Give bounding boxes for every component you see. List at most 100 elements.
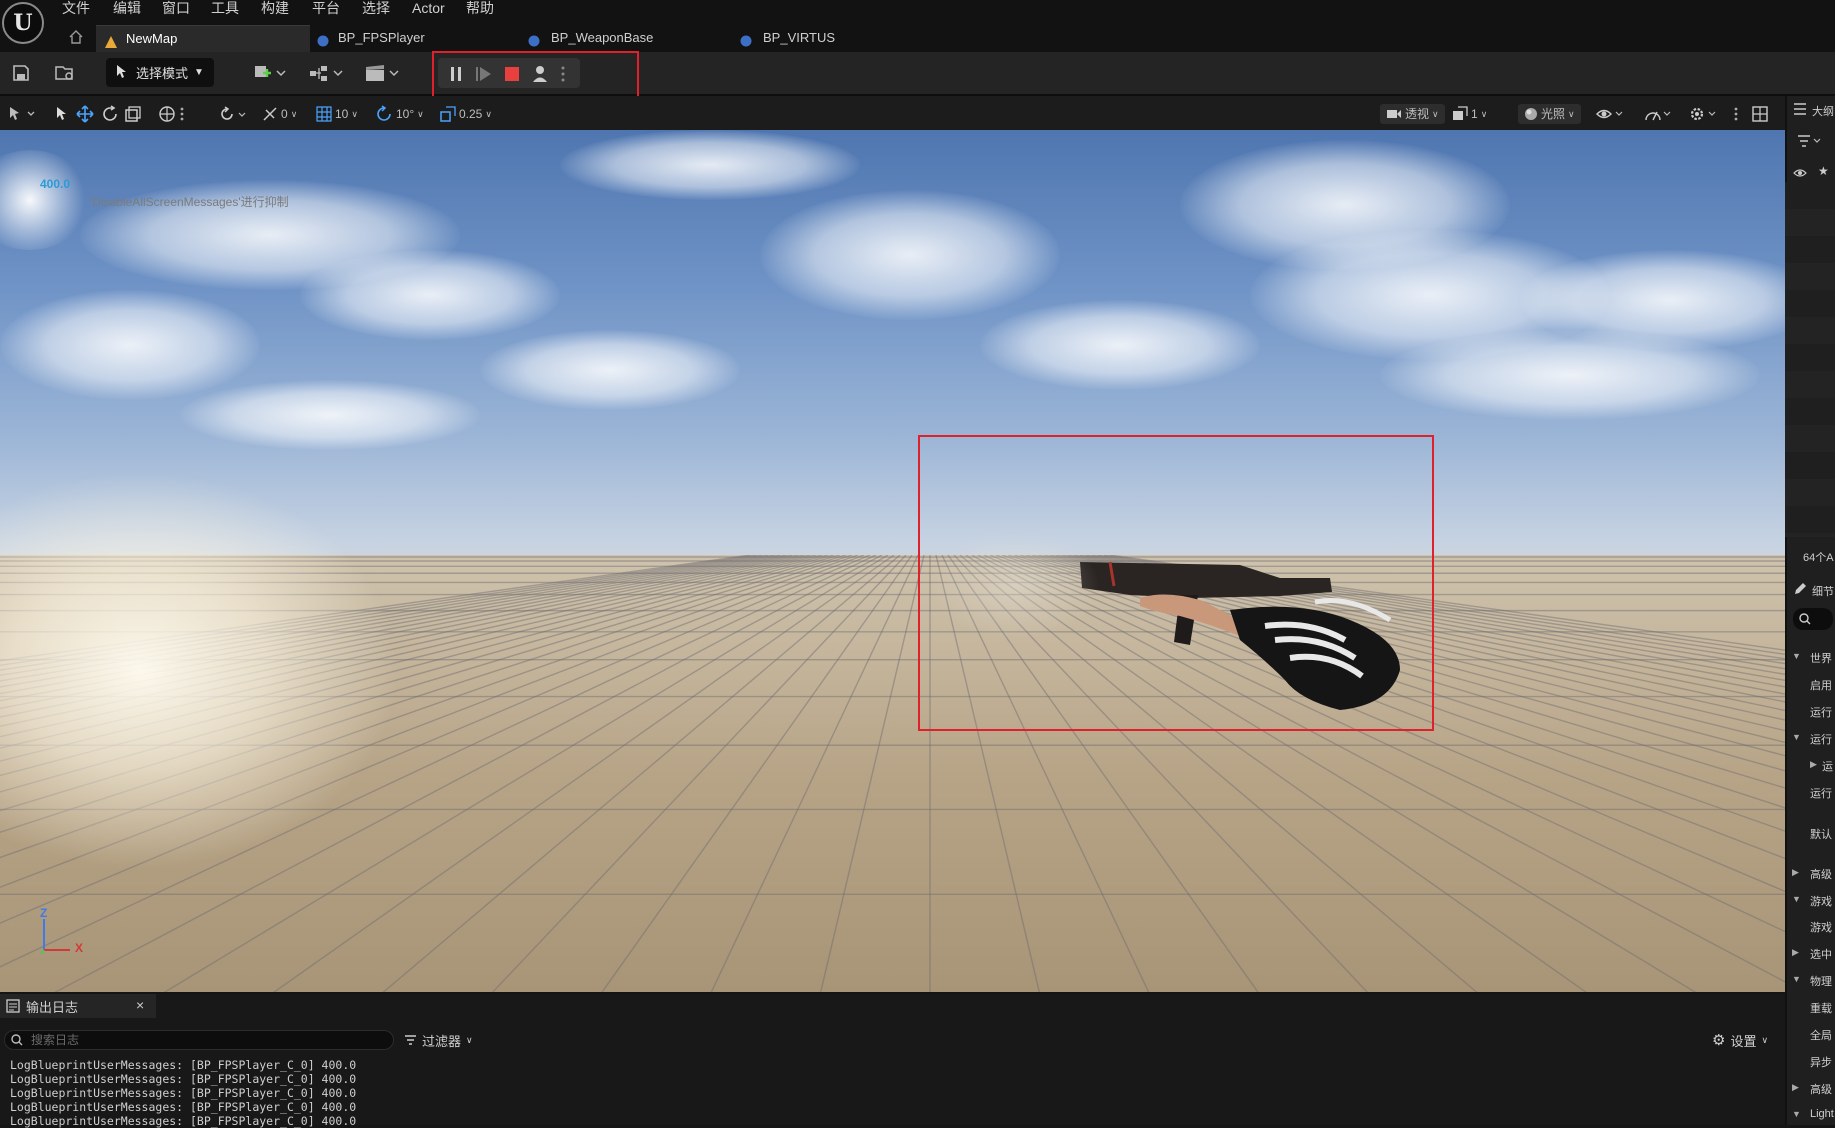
transform-more-icon[interactable] — [180, 104, 184, 124]
angle-snap-toggle[interactable]: 10° ∨ — [375, 104, 424, 124]
viewport-options-icon[interactable] — [8, 104, 38, 124]
details-search-input[interactable] — [1793, 608, 1833, 630]
camera-speed-value: 1 — [1471, 107, 1478, 121]
viewport-layout-icon[interactable] — [1752, 104, 1768, 124]
details-row[interactable]: 物理 — [1810, 973, 1832, 989]
viewport-more-icon[interactable] — [1734, 104, 1738, 124]
select-tool-icon[interactable] — [54, 104, 70, 124]
tab-label: NewMap — [126, 31, 178, 46]
filter-icon — [405, 1035, 416, 1045]
select-mode-label: 选择模式 — [136, 66, 189, 81]
menu-file[interactable]: 文件 — [62, 0, 90, 18]
show-flags-eye-icon[interactable] — [1596, 104, 1624, 124]
camera-speed-button[interactable]: 1 ∨ — [1452, 104, 1487, 124]
cloud — [0, 290, 260, 400]
expanded-arrow-icon[interactable]: ▼ — [1792, 651, 1801, 661]
chevron-down-icon: ▼ — [194, 67, 204, 78]
details-row[interactable]: 异步 — [1810, 1054, 1832, 1070]
cloud — [980, 300, 1260, 390]
details-row[interactable]: 高级 — [1810, 866, 1832, 882]
details-row[interactable]: 选中 — [1810, 946, 1832, 962]
world-space-icon[interactable] — [158, 104, 176, 124]
scalability-icon[interactable] — [1644, 104, 1672, 124]
content-browser-icon[interactable] — [52, 59, 78, 87]
lighting-mode-button[interactable]: 光照 ∨ — [1518, 104, 1581, 124]
scale-snap-toggle[interactable]: 0.25 ∨ — [440, 104, 492, 124]
details-row[interactable]: 全局 — [1810, 1027, 1832, 1043]
collapsed-arrow-icon[interactable]: ▶ — [1792, 1082, 1799, 1093]
rotation-snap-toggle[interactable]: 0 ∨ — [262, 104, 297, 124]
log-line: LogBlueprintUserMessages: [BP_FPSPlayer_… — [10, 1072, 357, 1086]
sun-glare — [0, 150, 90, 250]
menu-actor[interactable]: Actor — [412, 0, 445, 18]
details-row[interactable]: 高级 — [1810, 1081, 1832, 1097]
menu-window[interactable]: 窗口 — [162, 0, 190, 18]
collapsed-arrow-icon[interactable]: ▶ — [1810, 759, 1817, 770]
details-row[interactable]: 游戏 — [1810, 893, 1832, 909]
log-search-input[interactable] — [29, 1032, 363, 1048]
log-search-field[interactable] — [4, 1030, 394, 1050]
menu-tools[interactable]: 工具 — [211, 0, 239, 18]
tab-newmap[interactable]: NewMap — [96, 25, 310, 53]
viewport-settings-gear-icon[interactable] — [1688, 104, 1718, 124]
cinematics-button[interactable] — [362, 59, 402, 87]
menu-edit[interactable]: 编辑 — [113, 0, 141, 18]
select-mode-dropdown[interactable]: 选择模式 ▼ — [106, 58, 214, 87]
suppress-message-text: 'DisableAllScreenMessages'进行抑制 — [90, 195, 289, 209]
view-mode-perspective[interactable]: 透视 ∨ — [1380, 104, 1445, 124]
output-log-tab[interactable]: 输出日志 × — [0, 994, 156, 1018]
log-line: LogBlueprintUserMessages: [BP_FPSPlayer_… — [10, 1100, 357, 1114]
grid-snap-toggle[interactable]: 10 ∨ — [316, 104, 358, 124]
blueprint-menu-button[interactable] — [306, 59, 346, 87]
log-filter-dropdown[interactable]: 过滤器 ∨ — [404, 1030, 473, 1050]
chevron-down-icon: ∨ — [466, 1034, 473, 1045]
outliner-title: 大纲 — [1812, 106, 1834, 118]
collapsed-arrow-icon[interactable]: ▶ — [1792, 947, 1799, 958]
visibility-eye-icon[interactable] — [1793, 167, 1807, 182]
details-row[interactable]: 运行 — [1810, 704, 1832, 720]
details-row[interactable]: 启用 — [1810, 677, 1832, 693]
star-icon[interactable]: ★ — [1818, 164, 1829, 178]
level-viewport[interactable]: 400.0 'DisableAllScreenMessages'进行抑制 Z X — [0, 130, 1785, 992]
tab-bp-fpsplayer[interactable]: BP_FPSPlayer — [316, 25, 526, 52]
expanded-arrow-icon[interactable]: ▼ — [1792, 894, 1801, 904]
details-row[interactable]: 运行 — [1810, 785, 1832, 801]
add-actor-button[interactable] — [250, 59, 290, 87]
log-settings-button[interactable]: ⚙ 设置 ∨ — [1712, 1030, 1768, 1050]
save-icon[interactable] — [8, 59, 34, 87]
tab-label: BP_WeaponBase — [551, 30, 654, 45]
menu-select[interactable]: 选择 — [362, 0, 390, 18]
unreal-logo-icon[interactable]: U — [2, 2, 44, 44]
actor-count: 64个A — [1803, 552, 1834, 564]
rotate-tool-icon[interactable] — [101, 104, 119, 124]
scale-tool-icon[interactable] — [124, 104, 142, 124]
details-row[interactable]: 运 — [1822, 758, 1833, 774]
collapsed-arrow-icon[interactable]: ▶ — [1792, 867, 1799, 878]
translate-tool-icon[interactable] — [76, 104, 94, 124]
details-row[interactable]: 世界 — [1810, 650, 1832, 666]
axis-gizmo — [40, 919, 70, 955]
filter-icon[interactable] — [1797, 134, 1821, 151]
expanded-arrow-icon[interactable]: ▼ — [1792, 974, 1801, 984]
axis-x-label: X — [75, 941, 84, 955]
menu-build[interactable]: 构建 — [261, 0, 289, 18]
tab-bp-virtus[interactable]: BP_VIRTUS — [739, 25, 939, 52]
details-row[interactable]: 运行 — [1810, 731, 1832, 747]
surface-snap-icon[interactable] — [218, 104, 248, 124]
details-row[interactable]: 重载 — [1810, 1000, 1832, 1016]
details-row[interactable]: 默认 — [1810, 826, 1832, 842]
close-icon[interactable]: × — [136, 997, 144, 1013]
details-row[interactable]: Light — [1810, 1108, 1834, 1120]
expanded-arrow-icon[interactable]: ▼ — [1792, 1109, 1801, 1119]
home-icon[interactable] — [68, 29, 84, 45]
details-row[interactable]: 游戏 — [1810, 919, 1832, 935]
select-mode-icon — [114, 63, 130, 82]
gear-icon: ⚙ — [1712, 1032, 1726, 1049]
tab-bp-weaponbase[interactable]: BP_WeaponBase — [527, 25, 737, 52]
menu-help[interactable]: 帮助 — [466, 0, 494, 18]
menu-platform[interactable]: 平台 — [312, 0, 340, 18]
angle-snap-value: 10° — [396, 107, 415, 121]
lighting-mode-label: 光照 — [1541, 107, 1566, 121]
output-log-tab-label: 输出日志 — [26, 999, 79, 1015]
expanded-arrow-icon[interactable]: ▼ — [1792, 732, 1801, 742]
